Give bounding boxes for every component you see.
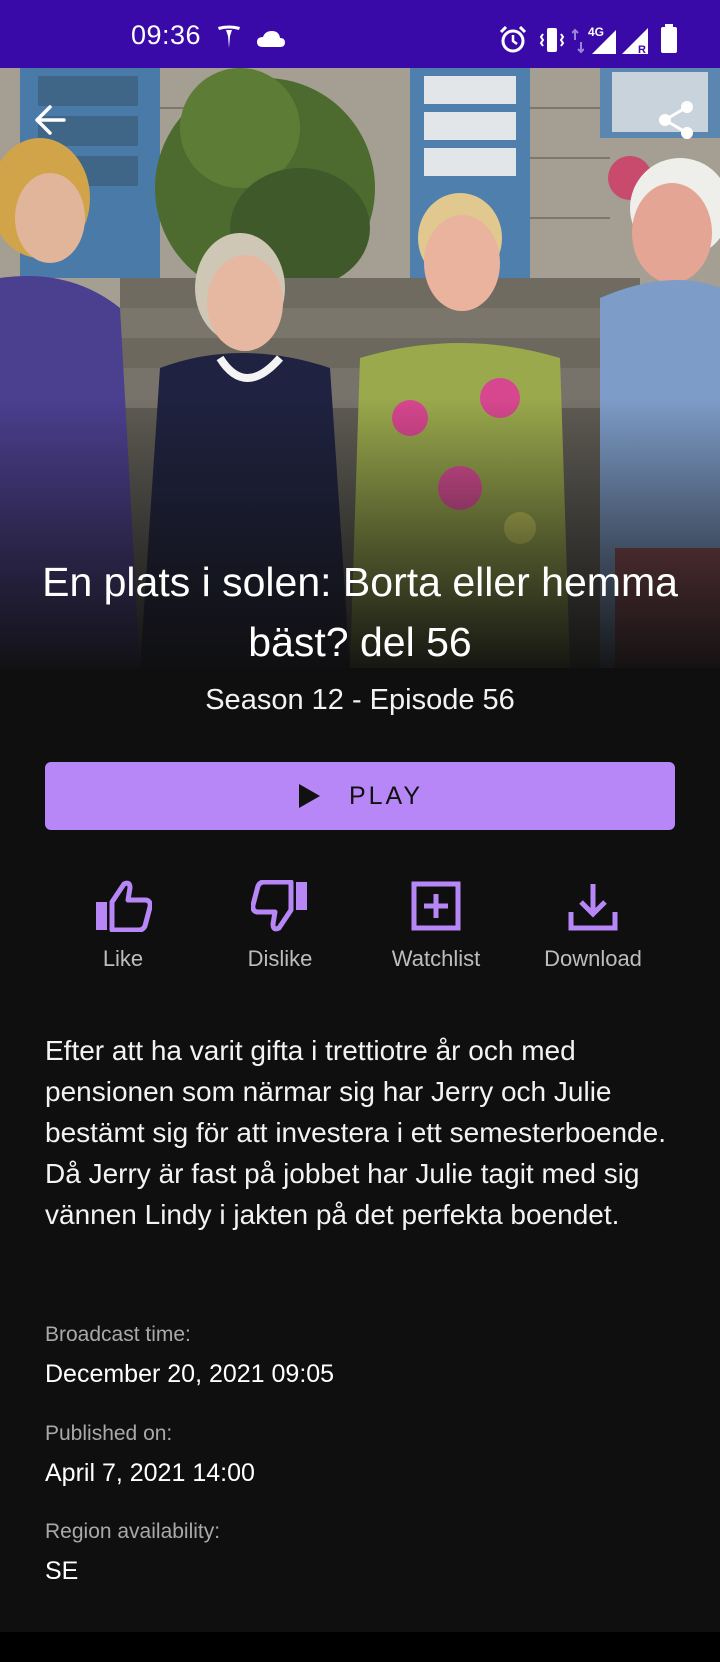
svg-text:R: R bbox=[638, 44, 646, 56]
dislike-label: Dislike bbox=[247, 946, 313, 971]
status-time: 09:36 bbox=[131, 20, 202, 50]
region-label: Region availability: bbox=[45, 1520, 221, 1543]
vibrate-icon bbox=[539, 28, 565, 52]
status-bar: 09:36 4G R bbox=[0, 0, 720, 68]
signal-4g-icon: 4G bbox=[588, 25, 616, 54]
data-arrows-icon bbox=[572, 28, 584, 54]
region-value: SE bbox=[45, 1557, 79, 1585]
dislike-button[interactable]: Dislike bbox=[202, 880, 358, 972]
thumbs-down-icon bbox=[251, 880, 307, 932]
cloud-icon bbox=[257, 31, 285, 47]
episode-line: Season 12 - Episode 56 bbox=[205, 684, 515, 716]
share-icon[interactable] bbox=[654, 98, 698, 142]
watchlist-label: Watchlist bbox=[391, 946, 481, 971]
add-square-icon bbox=[411, 881, 461, 931]
episode-description: Efter att ha varit gifta i trettiotre år… bbox=[45, 1035, 666, 1230]
published-label: Published on: bbox=[45, 1422, 173, 1445]
signal-r-icon: R bbox=[622, 28, 648, 56]
svg-text:4G: 4G bbox=[588, 25, 604, 39]
alarm-icon bbox=[499, 26, 527, 53]
tesla-icon bbox=[218, 25, 240, 48]
broadcast-time-value: December 20, 2021 09:05 bbox=[45, 1360, 335, 1388]
watchlist-button[interactable]: Watchlist bbox=[358, 880, 514, 972]
published-value: April 7, 2021 14:00 bbox=[45, 1459, 255, 1487]
download-button[interactable]: Download bbox=[515, 880, 671, 972]
like-button[interactable]: Like bbox=[45, 880, 201, 972]
page-title: En plats i solen: Borta eller hemma bäst… bbox=[42, 559, 678, 665]
navigation-bar bbox=[0, 1632, 720, 1662]
action-row: Like Dislike Watchlist Download bbox=[45, 880, 675, 990]
arrow-left-icon[interactable] bbox=[30, 98, 74, 142]
download-icon bbox=[568, 884, 618, 931]
broadcast-time-label: Broadcast time: bbox=[45, 1323, 191, 1346]
thumbs-up-icon bbox=[96, 880, 152, 932]
play-button[interactable]: PLAY bbox=[45, 762, 675, 830]
download-label: Download bbox=[544, 946, 642, 971]
like-label: Like bbox=[102, 946, 144, 971]
play-label: PLAY bbox=[348, 781, 424, 810]
battery-icon bbox=[661, 24, 677, 53]
play-icon bbox=[298, 784, 320, 808]
